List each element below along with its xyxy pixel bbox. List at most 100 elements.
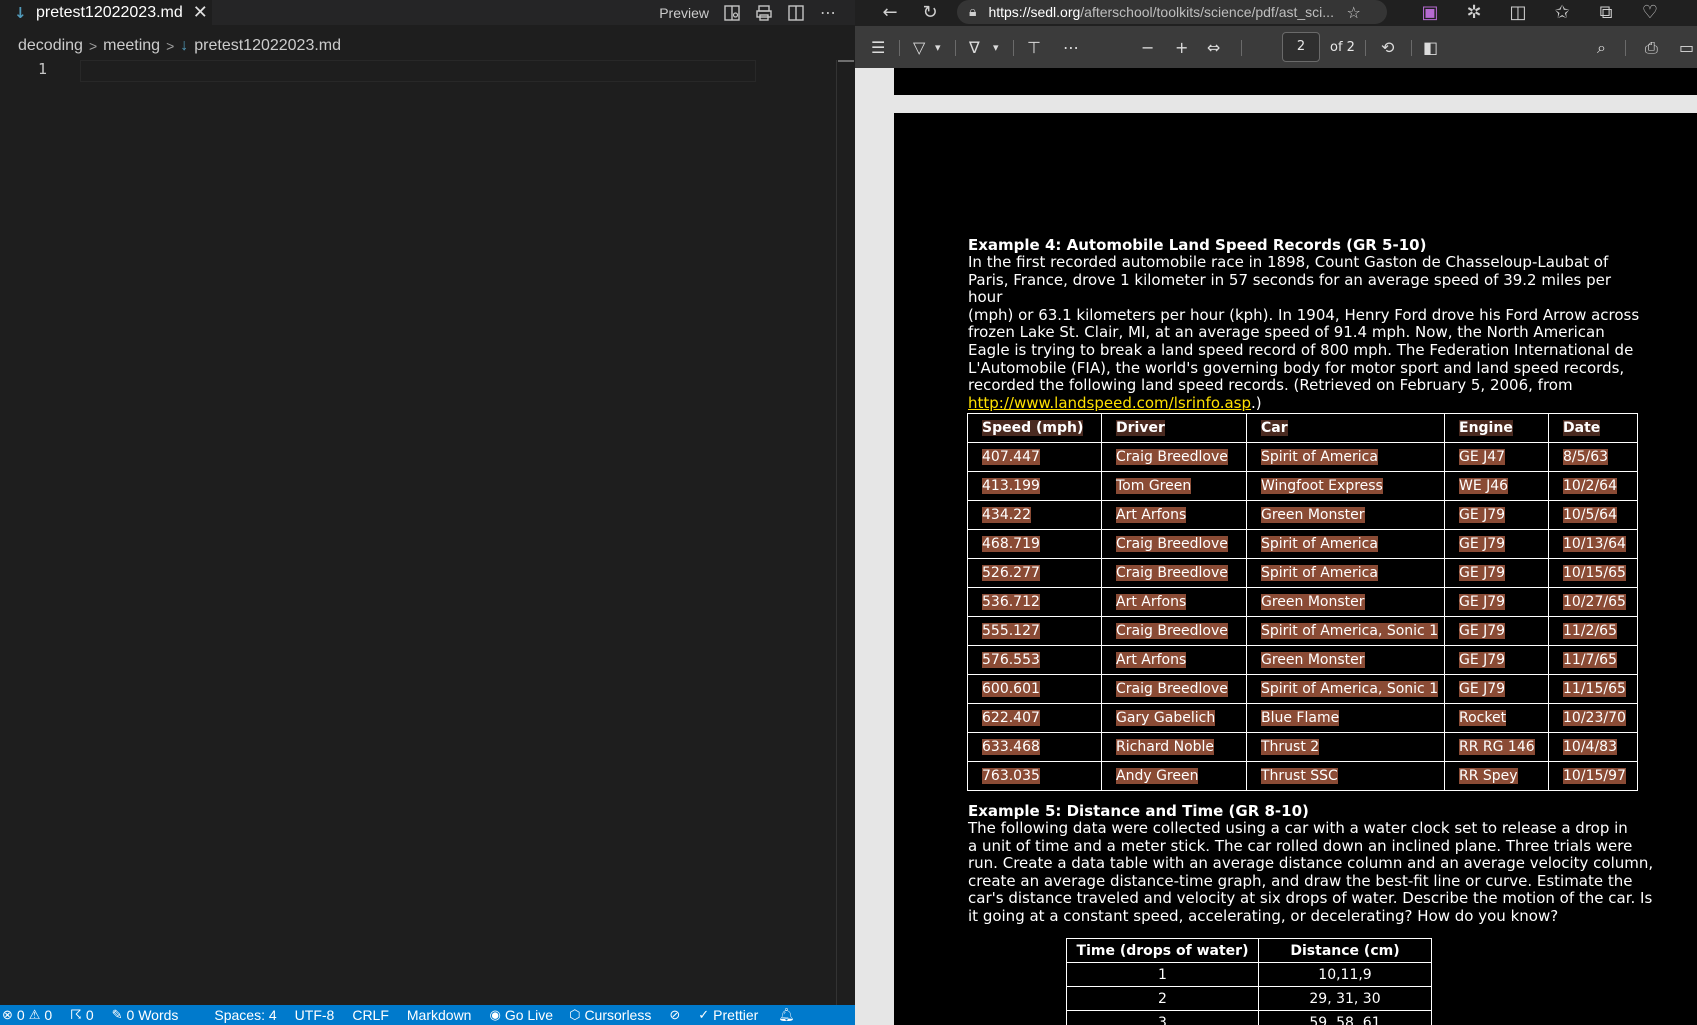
broadcast-icon: ◉: [489, 1007, 501, 1022]
cell-text: 600.601: [982, 681, 1040, 697]
fit-page-icon[interactable]: ⇔: [1207, 38, 1220, 57]
column-header: Car: [1246, 413, 1445, 443]
table-cell: Spirit of America: [1246, 558, 1445, 588]
extension-icon[interactable]: ▣: [1415, 2, 1445, 23]
table-cell: Richard Noble: [1101, 732, 1247, 762]
url-field[interactable]: 🔒︎ https://sedl.org/afterschool/toolkits…: [957, 0, 1387, 24]
paragraph-line: (mph) or 63.1 kilometers per hour (kph).…: [968, 305, 1640, 324]
breadcrumb-file[interactable]: pretest12022023.md: [194, 37, 341, 55]
scrollbar-thumb[interactable]: [838, 60, 854, 62]
text-box-icon[interactable]: ⊤: [1027, 38, 1041, 57]
indentation-button[interactable]: Spaces: 4: [214, 1007, 276, 1023]
eol-button[interactable]: CRLF: [352, 1007, 389, 1023]
close-icon[interactable]: ✕: [193, 2, 208, 23]
cell-text: 633.468: [982, 739, 1040, 755]
breadcrumb-folder-decoding[interactable]: decoding: [18, 37, 83, 55]
chevron-down-icon[interactable]: ▾: [935, 41, 941, 54]
table-header-row: Speed (mph) Driver Car Engine Date: [967, 413, 1638, 443]
prettier-button[interactable]: ✓ Prettier: [698, 1007, 758, 1023]
divider: [1013, 40, 1014, 56]
paragraph-line: Paris, France, drove 1 kilometer in 57 s…: [968, 270, 1612, 307]
url-path: /afterschool/toolkits/science/pdf/ast_sc…: [1080, 4, 1334, 20]
table-cell: Craig Breedlove: [1101, 616, 1247, 646]
print-icon[interactable]: [755, 4, 773, 22]
search-icon[interactable]: ⌕: [1597, 38, 1606, 58]
more-actions-icon[interactable]: ⋯: [819, 3, 837, 22]
page-number-input[interactable]: 2: [1282, 32, 1320, 62]
column-header: Driver: [1101, 413, 1247, 443]
split-screen-icon[interactable]: ◫: [1503, 2, 1533, 23]
collections-icon[interactable]: ⧉: [1591, 2, 1621, 23]
landspeed-link[interactable]: http://www.landspeed.com/lsrinfo.asp: [968, 394, 1251, 412]
browser-essentials-icon[interactable]: ♡: [1635, 2, 1665, 23]
table-cell: 11/15/65: [1548, 674, 1638, 704]
chevron-down-icon[interactable]: ▾: [993, 41, 999, 54]
paragraph-line: recorded the following land speed record…: [968, 376, 1573, 395]
rotate-icon[interactable]: ⟲: [1381, 38, 1394, 57]
highlight-icon[interactable]: ▽: [913, 38, 925, 57]
table-cell: 10/27/65: [1548, 587, 1638, 617]
table-cell: 10/5/64: [1548, 500, 1638, 530]
cell-text: RR RG 146: [1459, 739, 1535, 755]
cell-text: 536.712: [982, 594, 1040, 610]
refresh-icon[interactable]: ↻: [915, 2, 945, 23]
problems-indicator[interactable]: ⊗ 0 ⚠ 0: [2, 1007, 52, 1023]
go-live-button[interactable]: ◉ Go Live: [489, 1007, 553, 1023]
table-row: 468.719 Craig Breedlove Spirit of America G…: [967, 529, 1638, 559]
preview-button[interactable]: Preview: [659, 5, 709, 21]
table-cell: GE J79: [1444, 616, 1549, 646]
cell-text: 468.719: [982, 536, 1040, 552]
table-cell: 10,11,9: [1258, 962, 1432, 987]
table-cell: 622.407: [967, 703, 1102, 733]
cell-text: GE J79: [1459, 565, 1506, 581]
copilot-disabled-button[interactable]: ⊘: [669, 1007, 684, 1023]
cell-text: GE J79: [1459, 623, 1506, 639]
editor-text-area[interactable]: [80, 60, 756, 82]
back-icon[interactable]: ←: [875, 2, 905, 23]
table-cell: Spirit of America: [1246, 442, 1445, 472]
open-preview-side-icon[interactable]: [723, 4, 741, 22]
contents-icon[interactable]: ☰: [871, 38, 885, 57]
save-icon[interactable]: ▭: [1679, 38, 1694, 57]
editor-pane: ↓ pretest12022023.md ✕ Preview ⋯ decodin…: [0, 0, 855, 1005]
zoom-out-icon[interactable]: −: [1141, 38, 1154, 57]
header-text: Driver: [1116, 420, 1165, 436]
pdf-viewer[interactable]: Example 4: Automobile Land Speed Records…: [855, 68, 1697, 1025]
cell-text: 10/13/64: [1563, 536, 1626, 552]
cursorless-button[interactable]: ⬡ Cursorless: [569, 1007, 651, 1023]
print-icon[interactable]: ⎙: [1645, 38, 1658, 58]
puzzle-extensions-icon[interactable]: ✲: [1459, 2, 1489, 23]
encoding-button[interactable]: UTF-8: [295, 1007, 335, 1023]
breadcrumb-folder-meeting[interactable]: meeting: [103, 37, 160, 55]
page-view-icon[interactable]: ◧: [1423, 38, 1438, 57]
pdf-page-previous: [894, 68, 1697, 95]
tab-pretest-md[interactable]: ↓ pretest12022023.md ✕: [0, 0, 212, 25]
cell-text: 10/4/83: [1563, 739, 1617, 755]
table-cell: Craig Breedlove: [1101, 529, 1247, 559]
cell-text: Blue Flame: [1261, 710, 1340, 726]
zoom-in-icon[interactable]: +: [1175, 38, 1188, 57]
editor-scrollbar[interactable]: [836, 60, 854, 1005]
draw-icon[interactable]: ∇: [969, 38, 980, 57]
table-cell: RR RG 146: [1444, 732, 1549, 762]
example5-paragraph: The following data were collected using …: [968, 819, 1658, 926]
notifications-button[interactable]: 🔔︎: [778, 1007, 799, 1023]
word-count[interactable]: ✎ 0 Words: [112, 1007, 179, 1023]
table-row: 434.22 Art Arfons Green Monster GE J79 10/5/…: [967, 500, 1638, 530]
table-cell: Andy Green: [1101, 761, 1247, 791]
split-editor-icon[interactable]: [787, 4, 805, 22]
url-domain: https://sedl.org: [988, 4, 1081, 20]
favorites-icon[interactable]: ✩: [1547, 2, 1577, 23]
cell-text: GE J79: [1459, 507, 1506, 523]
table-cell: GE J79: [1444, 558, 1549, 588]
table-cell: Green Monster: [1246, 645, 1445, 675]
more-tools-icon[interactable]: ⋯: [1063, 38, 1079, 57]
language-mode-button[interactable]: Markdown: [407, 1007, 472, 1023]
cell-text: Craig Breedlove: [1116, 449, 1228, 465]
warning-count: 0: [44, 1007, 53, 1023]
favorite-star-icon[interactable]: ☆: [1346, 3, 1360, 22]
cell-text: Craig Breedlove: [1116, 681, 1228, 697]
table-cell: Gary Gabelich: [1101, 703, 1247, 733]
cell-text: Spirit of America: [1261, 536, 1378, 552]
ports-indicator[interactable]: ☈ 0: [70, 1007, 93, 1023]
